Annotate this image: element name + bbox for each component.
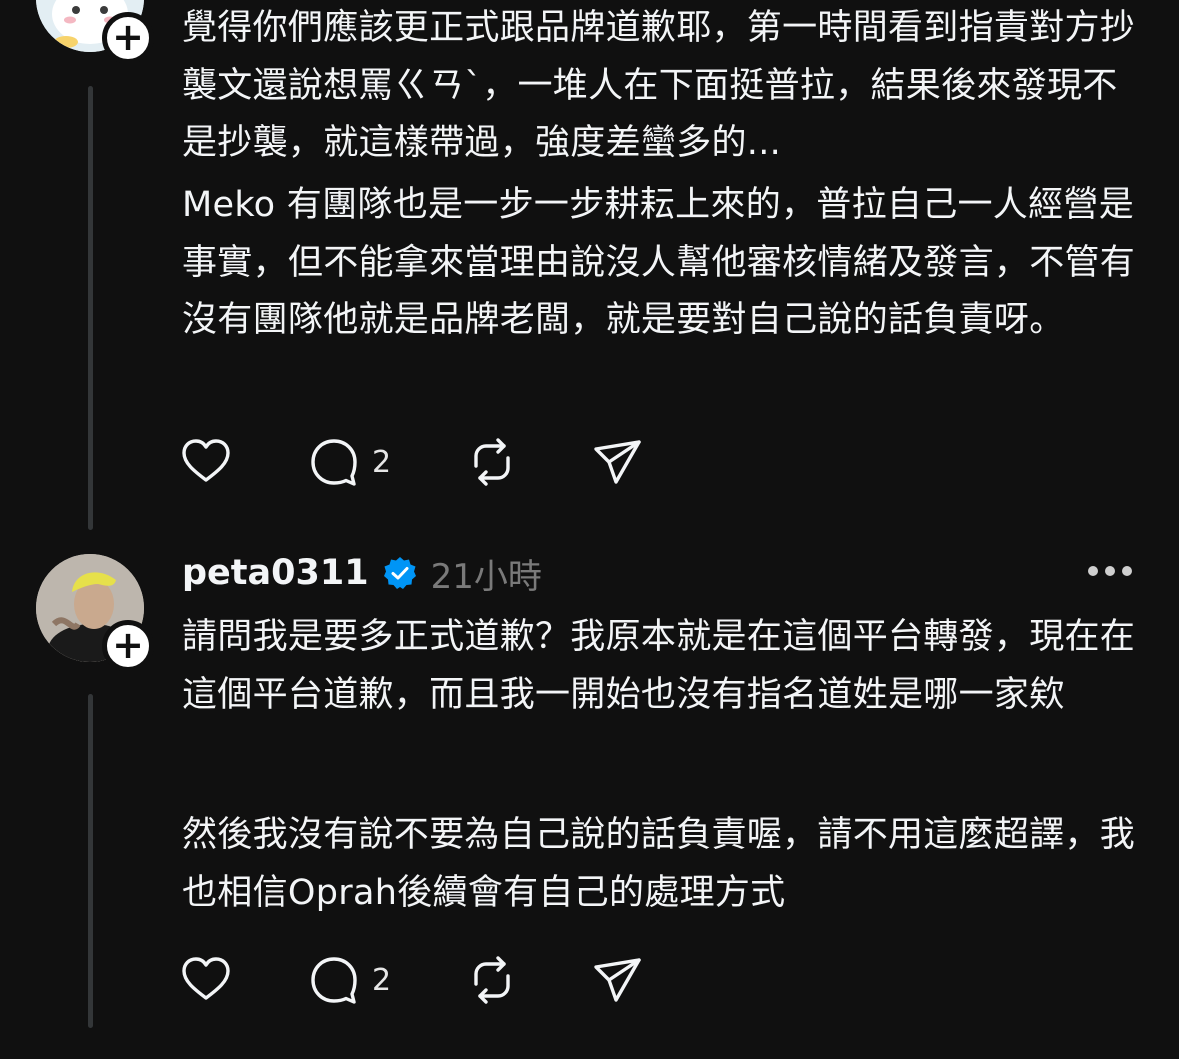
- follow-plus-icon[interactable]: +: [102, 620, 154, 672]
- send-icon: [594, 440, 641, 484]
- comment-icon: [311, 957, 357, 1004]
- reply-count: 2: [372, 444, 392, 480]
- reply-button[interactable]: 2: [308, 954, 391, 1006]
- comment-text: 請問我是要多正式道歉？我原本就是在這個平台轉發，現在在這個平台道歉，而且我一開始…: [182, 617, 1136, 715]
- comment-header: peta0311 21小時: [182, 550, 542, 597]
- comment-text: Meko 有團隊也是一步一步耕耘上來的，普拉自己一人經營是事實，但不能拿來當理由…: [182, 185, 1136, 340]
- send-icon: [594, 958, 641, 1002]
- share-button[interactable]: [592, 954, 644, 1006]
- comment-text: 然後我沒有說不要為自己說的話負責喔，請不用這麼超譯，我也相信Oprah後續會有自…: [182, 815, 1136, 913]
- reply-count: 2: [372, 962, 392, 998]
- repost-button[interactable]: [466, 954, 518, 1006]
- thread-line: [88, 86, 93, 530]
- follow-plus-icon[interactable]: +: [102, 12, 154, 64]
- heart-icon: [182, 957, 230, 1000]
- repost-button[interactable]: [466, 436, 518, 488]
- thread-line: [88, 694, 93, 1028]
- username[interactable]: peta0311: [182, 553, 369, 593]
- like-button[interactable]: [180, 954, 232, 1006]
- heart-icon: [182, 439, 230, 482]
- comment-text: 覺得你們應該更正式跟品牌道歉耶，第一時間看到指責對方抄襲文還說想罵ㄍㄢˋ，一堆人…: [182, 8, 1136, 163]
- timestamp: 21小時: [430, 556, 542, 597]
- verified-badge-icon: [383, 557, 416, 589]
- like-button[interactable]: [180, 436, 232, 488]
- comment-icon: [311, 439, 357, 486]
- share-button[interactable]: [592, 436, 644, 488]
- repost-icon: [474, 438, 510, 486]
- more-options-icon[interactable]: [1088, 560, 1132, 582]
- repost-icon: [474, 956, 510, 1004]
- reply-button[interactable]: 2: [308, 436, 391, 488]
